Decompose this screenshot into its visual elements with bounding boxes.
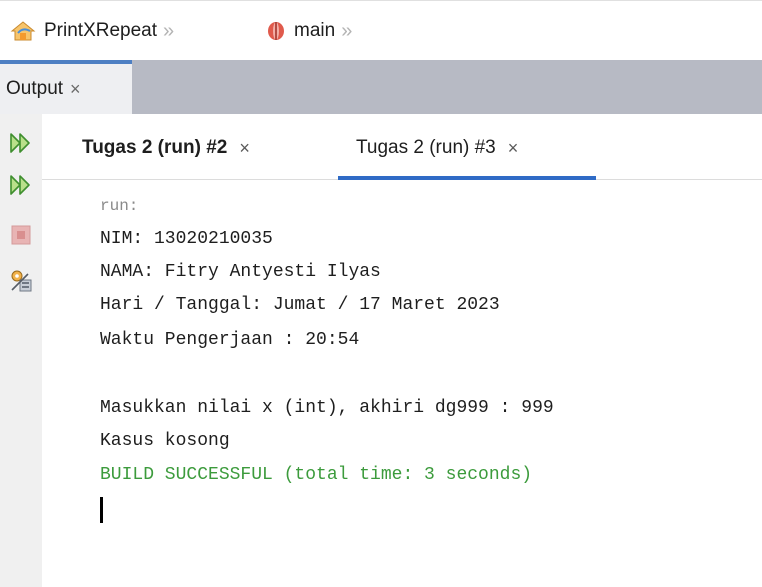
rerun-with-options-button[interactable] bbox=[8, 172, 34, 198]
rerun-button[interactable] bbox=[8, 130, 34, 156]
tab-run-2-label: Tugas 2 (run) #2 bbox=[82, 137, 228, 158]
stop-button[interactable] bbox=[8, 222, 34, 248]
tab-output-label: Output bbox=[6, 78, 64, 99]
console-tabbar: Tugas 2 (run) #2 × Tugas 2 (run) #3 × bbox=[42, 114, 762, 180]
tab-run-3-label: Tugas 2 (run) #3 bbox=[356, 137, 496, 158]
breadcrumb-method-label: main bbox=[294, 20, 336, 41]
console-line: Hari / Tanggal: Jumat / 17 Maret 2023 bbox=[100, 295, 500, 315]
breadcrumb-project-label: PrintXRepeat bbox=[44, 20, 158, 41]
breadcrumb-project[interactable]: PrintXRepeat » bbox=[10, 18, 174, 44]
tab-run-3[interactable]: Tugas 2 (run) #3 × bbox=[338, 114, 596, 180]
console-line: run: bbox=[100, 197, 139, 215]
console-output[interactable]: run: NIM: 13020210035 NAMA: Fitry Antyes… bbox=[42, 180, 762, 587]
settings-button[interactable] bbox=[8, 268, 34, 294]
stop-icon bbox=[11, 225, 31, 245]
rerun-with-options-icon bbox=[10, 175, 30, 195]
settings-icon bbox=[11, 270, 32, 292]
close-icon[interactable]: × bbox=[70, 79, 81, 100]
close-icon[interactable]: × bbox=[239, 138, 250, 159]
text-caret bbox=[100, 497, 103, 523]
method-icon bbox=[268, 22, 284, 40]
tab-output[interactable]: Output × bbox=[0, 60, 132, 114]
chevron-right-icon: » bbox=[341, 19, 353, 42]
console-line: NIM: 13020210035 bbox=[100, 229, 273, 249]
tab-run-2[interactable]: Tugas 2 (run) #2 × bbox=[82, 114, 250, 180]
breadcrumb-method[interactable]: main » bbox=[266, 18, 352, 44]
console-line: Masukkan nilai x (int), akhiri dg999 : 9… bbox=[100, 398, 554, 418]
close-icon[interactable]: × bbox=[508, 138, 519, 159]
chevron-right-icon: » bbox=[163, 19, 175, 42]
breadcrumb: PrintXRepeat » main » bbox=[0, 0, 762, 60]
rerun-icon bbox=[10, 133, 30, 153]
output-window-tabbar: Output × bbox=[0, 60, 762, 114]
console-line: NAMA: Fitry Antyesti Ilyas bbox=[100, 262, 381, 282]
ide-output-panel: PrintXRepeat » main » Output × Tugas 2 (… bbox=[0, 0, 762, 587]
project-icon bbox=[10, 21, 36, 41]
console-line: Waktu Pengerjaan : 20:54 bbox=[100, 330, 360, 350]
output-action-rail bbox=[0, 114, 42, 587]
console-line-build-status: BUILD SUCCESSFUL (total time: 3 seconds) bbox=[100, 465, 533, 485]
console-line: Kasus kosong bbox=[100, 431, 230, 451]
